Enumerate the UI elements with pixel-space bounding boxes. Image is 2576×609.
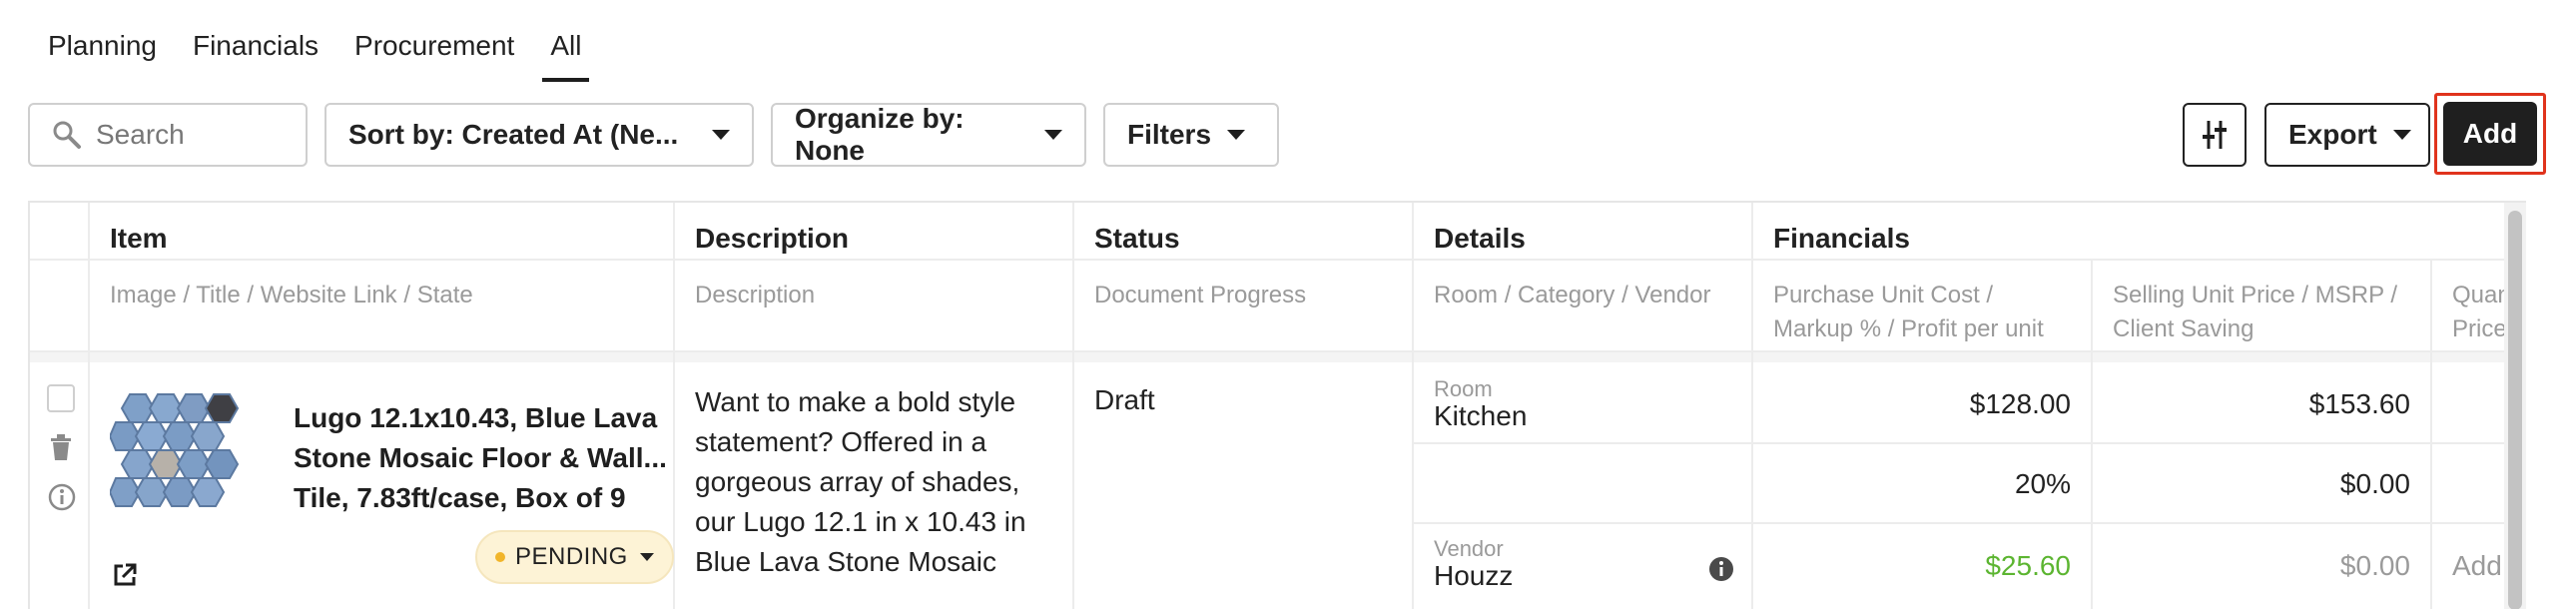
profit-per-unit: $25.60 xyxy=(1985,550,2071,581)
sort-dropdown[interactable]: Sort by: Created At (Ne... xyxy=(324,103,754,167)
item-title[interactable]: Lugo 12.1x10.43, Blue Lava Stone Mosaic … xyxy=(294,398,673,518)
view-tabs: Planning Financials Procurement All xyxy=(30,18,599,82)
header-status[interactable]: Status xyxy=(1094,223,1180,255)
sort-label: Sort by: Created At (Ne... xyxy=(348,119,679,150)
export-label: Export xyxy=(2288,119,2377,150)
client-saving: $0.00 xyxy=(2339,550,2410,581)
subheader-details: Room / Category / Vendor xyxy=(1434,282,1711,308)
room-value[interactable]: Kitchen xyxy=(1434,400,1527,432)
toolbar: Search Sort by: Created At (Ne... Organi… xyxy=(28,93,2548,175)
sliders-icon xyxy=(2203,121,2227,149)
chevron-down-icon xyxy=(712,130,730,140)
external-link-icon[interactable] xyxy=(112,562,138,588)
selling-unit-price[interactable]: $153.60 xyxy=(2093,388,2410,420)
vertical-scrollbar[interactable] xyxy=(2504,203,2526,609)
trash-icon[interactable] xyxy=(48,432,74,462)
scrollbar-thumb[interactable] xyxy=(2508,211,2522,609)
purchase-unit-cost[interactable]: $128.00 xyxy=(1753,388,2071,420)
header-details[interactable]: Details xyxy=(1434,223,1526,255)
state-badge[interactable]: PENDING xyxy=(475,530,674,584)
subheader-selling: Selling Unit Price / MSRP / Client Savin… xyxy=(2113,279,2397,346)
subheader-quantity-line2: Price xyxy=(2452,315,2507,342)
tab-financials[interactable]: Financials xyxy=(175,18,336,82)
cell-divider xyxy=(1753,522,2508,524)
item-description[interactable]: Want to make a bold style statement? Off… xyxy=(695,382,1044,582)
vendor-label: Vendor xyxy=(1434,536,1504,561)
state-label: PENDING xyxy=(515,543,628,570)
items-table: Item Description Status Details Financia… xyxy=(28,201,2526,609)
subheader-quantity: Quan Price xyxy=(2452,279,2508,346)
subheader-status: Document Progress xyxy=(1094,282,1307,308)
search-input[interactable]: Search xyxy=(28,103,308,167)
product-thumbnail[interactable] xyxy=(110,386,250,526)
subheader-description: Description xyxy=(695,282,816,308)
info-icon[interactable] xyxy=(1707,555,1735,583)
table-row[interactable]: Lugo 12.1x10.43, Blue Lava Stone Mosaic … xyxy=(30,362,2526,609)
export-dropdown[interactable]: Export xyxy=(2264,103,2430,167)
header-item[interactable]: Item xyxy=(110,223,168,255)
vendor-value[interactable]: Houzz xyxy=(1434,560,1513,592)
subheader-quantity-line1: Quan xyxy=(2452,282,2508,308)
subheader-purchase: Purchase Unit Cost / Markup % / Profit p… xyxy=(1773,279,2044,346)
quantity-add-link[interactable]: Add xyxy=(2452,550,2502,582)
search-icon xyxy=(53,121,81,149)
header-description[interactable]: Description xyxy=(695,223,849,255)
tab-all[interactable]: All xyxy=(532,18,599,82)
info-outline-icon[interactable] xyxy=(47,482,77,512)
chevron-down-icon xyxy=(639,553,654,561)
organize-label: Organize by: None xyxy=(795,103,965,166)
table-header-row xyxy=(30,203,2526,261)
tab-procurement[interactable]: Procurement xyxy=(336,18,532,82)
add-button-highlight: Add xyxy=(2434,93,2546,175)
markup-percent[interactable]: 20% xyxy=(1753,468,2071,500)
msrp[interactable]: $0.00 xyxy=(2093,468,2410,500)
row-checkbox[interactable] xyxy=(47,384,75,412)
cell-divider xyxy=(1753,442,2508,444)
subheader-item: Image / Title / Website Link / State xyxy=(110,282,473,308)
subheader-purchase-line2: Markup % / Profit per unit xyxy=(1773,315,2044,342)
header-separator xyxy=(30,352,2526,362)
filters-button[interactable]: Filters xyxy=(1103,103,1279,167)
room-label: Room xyxy=(1434,376,1493,401)
filters-label: Filters xyxy=(1127,119,1212,150)
column-settings-button[interactable] xyxy=(2183,103,2247,167)
search-placeholder: Search xyxy=(96,119,185,150)
chevron-down-icon xyxy=(2392,130,2411,140)
organize-dropdown[interactable]: Organize by: None xyxy=(771,103,1086,167)
subheader-selling-line1: Selling Unit Price / MSRP / xyxy=(2113,282,2397,308)
cell-divider xyxy=(1414,522,1751,524)
chevron-down-icon xyxy=(1044,130,1062,140)
tab-planning[interactable]: Planning xyxy=(30,18,175,82)
subheader-selling-line2: Client Saving xyxy=(2113,315,2254,342)
document-progress[interactable]: Draft xyxy=(1094,384,1155,416)
add-button[interactable]: Add xyxy=(2443,102,2537,166)
cell-divider xyxy=(1414,442,1751,444)
subheader-purchase-line1: Purchase Unit Cost / xyxy=(1773,282,1994,308)
pending-dot-icon xyxy=(495,552,505,562)
chevron-down-icon xyxy=(1227,130,1246,140)
header-financials[interactable]: Financials xyxy=(1773,223,1910,255)
